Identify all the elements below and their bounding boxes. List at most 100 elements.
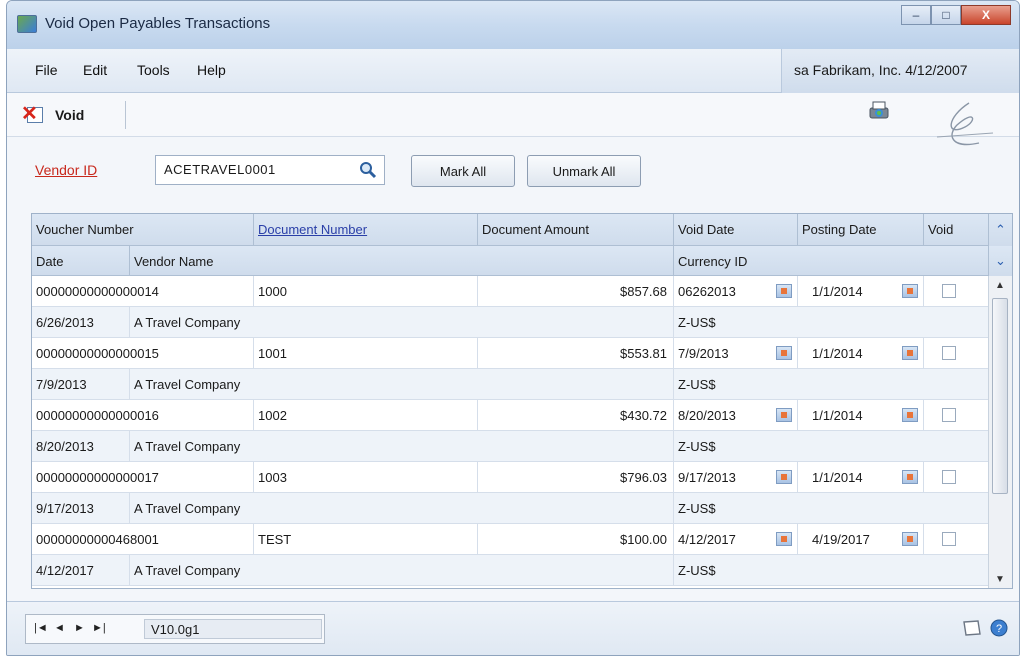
document-amount-cell: $796.03 bbox=[478, 462, 674, 493]
printer-icon[interactable] bbox=[867, 99, 891, 123]
vendor-id-label[interactable]: Vendor ID bbox=[35, 162, 97, 178]
posting-date-value: 1/1/2014 bbox=[812, 346, 863, 361]
void-date-value: 9/17/2013 bbox=[678, 470, 736, 485]
minimize-button[interactable]: – bbox=[901, 5, 931, 25]
col-posting-date[interactable]: Posting Date bbox=[798, 214, 924, 245]
document-number-cell: 1001 bbox=[254, 338, 478, 369]
scroll-thumb[interactable] bbox=[992, 298, 1008, 494]
first-record-button[interactable]: |◄ bbox=[34, 622, 48, 634]
void-checkbox[interactable] bbox=[942, 532, 956, 546]
calendar-icon[interactable] bbox=[902, 532, 918, 546]
col-voucher-number[interactable]: Voucher Number bbox=[32, 214, 254, 245]
logo bbox=[936, 102, 994, 146]
calendar-icon[interactable] bbox=[776, 532, 792, 546]
next-record-button[interactable]: ► bbox=[74, 622, 85, 634]
close-button[interactable]: X bbox=[961, 5, 1011, 25]
document-number-cell: 1000 bbox=[254, 276, 478, 307]
col-document-number[interactable]: Document Number bbox=[254, 214, 478, 245]
unmark-all-button[interactable]: Unmark All bbox=[527, 155, 641, 187]
menu-edit[interactable]: Edit bbox=[83, 62, 107, 78]
col-vendor-name[interactable]: Vendor Name bbox=[130, 246, 674, 275]
posting-date-value: 1/1/2014 bbox=[812, 408, 863, 423]
window-controls: – □ X bbox=[901, 5, 1011, 27]
table-row-detail[interactable]: 9/17/2013 A Travel Company Z-US$ bbox=[32, 493, 990, 524]
col-date[interactable]: Date bbox=[32, 246, 130, 275]
previous-record-button[interactable]: ◄ bbox=[54, 622, 65, 634]
menu-file[interactable]: File bbox=[35, 62, 58, 78]
voucher-number-cell: 00000000000000017 bbox=[32, 462, 254, 493]
help-icon[interactable]: ? bbox=[989, 618, 1009, 638]
document-amount-cell: $100.00 bbox=[478, 524, 674, 555]
date-cell: 4/12/2017 bbox=[32, 555, 130, 586]
voucher-number-cell: 00000000000000015 bbox=[32, 338, 254, 369]
grid-rows: 00000000000000014 1000 $857.68 06262013 1/1/… bbox=[32, 276, 990, 588]
table-row[interactable]: 00000000000000015 1001 $553.81 7/9/2013 1/1/… bbox=[32, 338, 990, 369]
menu-help[interactable]: Help bbox=[197, 62, 226, 78]
date-cell: 8/20/2013 bbox=[32, 431, 130, 462]
table-row-detail[interactable]: 8/20/2013 A Travel Company Z-US$ bbox=[32, 431, 990, 462]
status-bar: |◄ ◄ ► ►| V10.0g1 ? bbox=[7, 601, 1019, 655]
table-row[interactable]: 00000000000000017 1003 $796.03 9/17/2013 1/1… bbox=[32, 462, 990, 493]
calendar-icon[interactable] bbox=[902, 470, 918, 484]
expand-rows-icon[interactable]: ⌄ bbox=[988, 246, 1012, 276]
void-checkbox[interactable] bbox=[942, 408, 956, 422]
void-date-value: 8/20/2013 bbox=[678, 408, 736, 423]
mark-all-button[interactable]: Mark All bbox=[411, 155, 515, 187]
col-currency-id[interactable]: Currency ID bbox=[674, 246, 990, 275]
table-row[interactable]: 00000000000000014 1000 $857.68 06262013 1/1/… bbox=[32, 276, 990, 307]
document-number-cell: 1003 bbox=[254, 462, 478, 493]
void-date-value: 06262013 bbox=[678, 284, 736, 299]
document-amount-cell: $430.72 bbox=[478, 400, 674, 431]
document-amount-cell: $857.68 bbox=[478, 276, 674, 307]
calendar-icon[interactable] bbox=[902, 408, 918, 422]
calendar-icon[interactable] bbox=[902, 284, 918, 298]
vendor-name-cell: A Travel Company bbox=[130, 307, 674, 338]
col-void-date[interactable]: Void Date bbox=[674, 214, 798, 245]
vendor-id-field[interactable]: ACETRAVEL0001 bbox=[155, 155, 385, 185]
calendar-icon[interactable] bbox=[902, 346, 918, 360]
document-number-cell: 1002 bbox=[254, 400, 478, 431]
toolbar: ✕ Void bbox=[7, 93, 1019, 146]
toolbar-separator bbox=[125, 101, 126, 129]
voucher-number-cell: 00000000000468001 bbox=[32, 524, 254, 555]
last-record-button[interactable]: ►| bbox=[92, 622, 106, 634]
void-icon: ✕ bbox=[21, 103, 45, 125]
grid-header-row-2: Date Vendor Name Currency ID bbox=[32, 246, 990, 276]
currency-id-cell: Z-US$ bbox=[678, 315, 716, 330]
collapse-rows-icon[interactable]: ⌃ bbox=[988, 214, 1012, 246]
calendar-icon[interactable] bbox=[776, 346, 792, 360]
table-row[interactable]: 00000000000468001 TEST $100.00 4/12/2017 4/1… bbox=[32, 524, 990, 555]
col-void[interactable]: Void bbox=[924, 214, 990, 245]
void-checkbox[interactable] bbox=[942, 470, 956, 484]
scroll-down-icon[interactable]: ▼ bbox=[989, 570, 1011, 588]
vendor-id-value: ACETRAVEL0001 bbox=[164, 162, 276, 177]
menu-bar: File Edit Tools Help sa Fabrikam, Inc. 4… bbox=[7, 49, 1019, 93]
document-number-cell: TEST bbox=[254, 524, 478, 555]
void-checkbox[interactable] bbox=[942, 346, 956, 360]
table-row-detail[interactable]: 7/9/2013 A Travel Company Z-US$ bbox=[32, 369, 990, 400]
void-date-value: 4/12/2017 bbox=[678, 532, 736, 547]
menu-tools[interactable]: Tools bbox=[137, 62, 170, 78]
note-icon[interactable] bbox=[961, 618, 983, 638]
calendar-icon[interactable] bbox=[776, 408, 792, 422]
record-navigator: |◄ ◄ ► ►| V10.0g1 bbox=[25, 614, 325, 644]
void-checkbox[interactable] bbox=[942, 284, 956, 298]
voucher-number-cell: 00000000000000014 bbox=[32, 276, 254, 307]
calendar-icon[interactable] bbox=[776, 284, 792, 298]
table-row[interactable]: 00000000000000016 1002 $430.72 8/20/2013 1/1… bbox=[32, 400, 990, 431]
date-cell: 9/17/2013 bbox=[32, 493, 130, 524]
lookup-icon[interactable] bbox=[358, 160, 378, 180]
void-date-value: 7/9/2013 bbox=[678, 346, 729, 361]
table-row-detail[interactable]: 6/26/2013 A Travel Company Z-US$ bbox=[32, 307, 990, 338]
table-row-detail[interactable]: 4/12/2017 A Travel Company Z-US$ bbox=[32, 555, 990, 586]
calendar-icon[interactable] bbox=[776, 470, 792, 484]
grid-scrollbar[interactable]: ▲ ▼ bbox=[988, 276, 1012, 588]
void-label: Void bbox=[55, 107, 85, 123]
void-button[interactable]: ✕ Void bbox=[21, 103, 84, 127]
scroll-up-icon[interactable]: ▲ bbox=[989, 276, 1011, 294]
vendor-name-cell: A Travel Company bbox=[130, 369, 674, 400]
title-bar: Void Open Payables Transactions – □ X bbox=[7, 1, 1019, 49]
maximize-button[interactable]: □ bbox=[931, 5, 961, 25]
currency-id-cell: Z-US$ bbox=[678, 501, 716, 516]
col-document-amount[interactable]: Document Amount bbox=[478, 214, 674, 245]
